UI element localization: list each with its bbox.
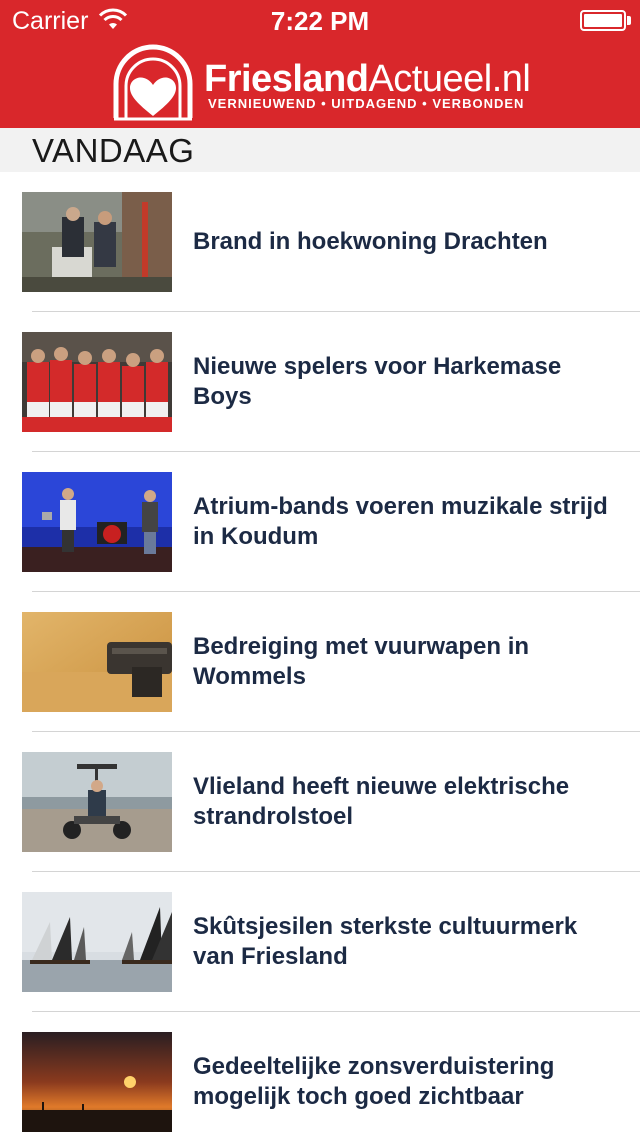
article-thumbnail: [22, 612, 172, 712]
article-title: Atrium-bands voeren muzikale strijd in K…: [193, 493, 608, 550]
status-bar: Carrier 7:22 PM: [0, 0, 640, 40]
football-team-photo: [22, 332, 172, 432]
list-item[interactable]: Bedreiging met vuurwapen in Wommels: [0, 592, 640, 732]
article-title: Vlieland heeft nieuwe elektrische strand…: [193, 773, 570, 830]
brand-bold: Friesland: [204, 58, 369, 100]
band-stage-photo: [22, 472, 172, 572]
clock: 7:22 PM: [270, 6, 370, 36]
article-thumbnail: [22, 472, 172, 572]
list-item[interactable]: Atrium-bands voeren muzikale strijd in K…: [0, 452, 640, 592]
article-title: Gedeeltelijke zonsverduistering mogelijk…: [193, 1053, 555, 1110]
battery-icon: [580, 10, 626, 31]
article-thumbnail: [22, 752, 172, 852]
article-thumbnail: [22, 892, 172, 992]
article-title: Bedreiging met vuurwapen in Wommels: [193, 633, 530, 690]
firefighters-photo: [22, 192, 172, 292]
heart-house-logo-icon: [113, 44, 193, 121]
handgun-photo: [22, 612, 172, 712]
section-header: VANDAAG: [0, 128, 640, 172]
site-logo[interactable]: FrieslandActueel.nl VERNIEUWEND • UITDAG…: [108, 44, 538, 124]
list-item[interactable]: Vlieland heeft nieuwe elektrische strand…: [0, 732, 640, 872]
list-item[interactable]: Gedeeltelijke zonsverduistering mogelijk…: [0, 1012, 640, 1136]
tagline: VERNIEUWEND • UITDAGEND • VERBONDEN: [208, 96, 525, 111]
article-thumbnail: [22, 1032, 172, 1132]
app-header: Carrier 7:22 PM FrieslandActueel.nl VERN…: [0, 0, 640, 128]
sailing-boats-photo: [22, 892, 172, 992]
article-title: Brand in hoekwoning Drachten: [193, 228, 548, 255]
article-thumbnail: [22, 192, 172, 292]
article-title: Nieuwe spelers voor Harkemase Boys: [193, 353, 562, 410]
article-title: Skûtsjesilen sterkste cultuurmerk van Fr…: [193, 913, 578, 970]
article-list: Brand in hoekwoning Drachten Nieuwe spel…: [0, 172, 640, 1136]
battery-tip: [627, 16, 631, 25]
brand-light: Actueel.nl: [368, 58, 531, 100]
list-item[interactable]: Brand in hoekwoning Drachten: [0, 172, 640, 312]
beach-wheelchair-photo: [22, 752, 172, 852]
brand-name: FrieslandActueel.nl: [204, 58, 531, 101]
list-item[interactable]: Skûtsjesilen sterkste cultuurmerk van Fr…: [0, 872, 640, 1012]
article-thumbnail: [22, 332, 172, 432]
list-item[interactable]: Nieuwe spelers voor Harkemase Boys: [0, 312, 640, 452]
sunset-eclipse-photo: [22, 1032, 172, 1132]
section-title: VANDAAG: [32, 132, 195, 169]
